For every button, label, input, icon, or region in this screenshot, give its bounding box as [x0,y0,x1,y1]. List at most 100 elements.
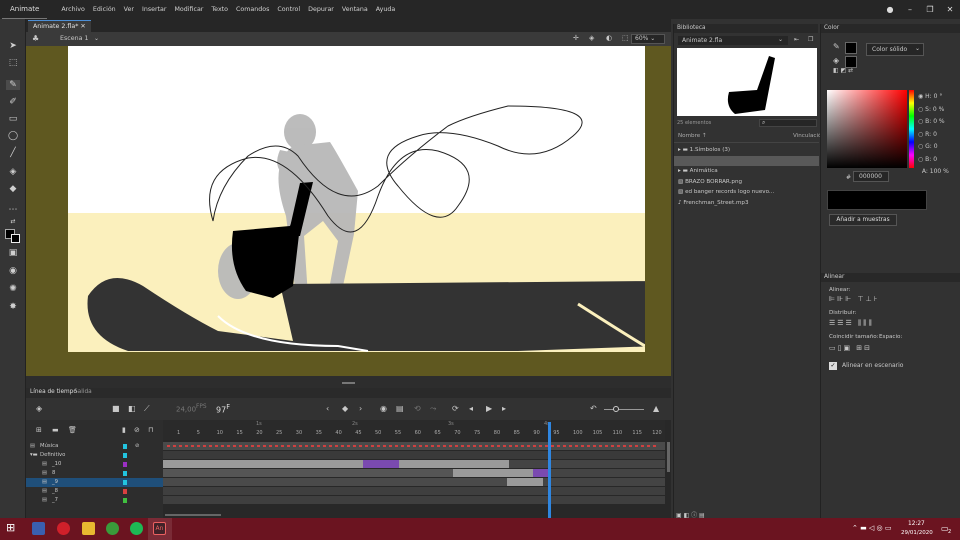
chevron-down-icon[interactable]: ⌄ [94,35,99,42]
windows-start-icon[interactable]: ⊞ [6,521,15,534]
insert-keyframe-icon[interactable]: ◆ [342,404,348,413]
layer-icon[interactable]: ▤ [42,469,47,478]
menu-item[interactable]: Edición [89,6,120,13]
library-item[interactable]: ▧ ed banger records logo nuevo... [678,188,774,197]
layer-icon[interactable]: ▤ [42,487,47,496]
lock-icon[interactable]: ⊓ [148,426,153,434]
clock-date[interactable]: 29/01/2020 [901,530,933,536]
chevron-down-icon[interactable]: ⌄ [778,36,783,43]
frame-span[interactable] [163,460,363,468]
onion-skin-icon[interactable]: ◉ [380,404,387,413]
red-value[interactable]: ○ R: 0 [918,129,949,142]
app-icon-2[interactable] [57,522,70,535]
graph-icon[interactable]: ⟋ [144,404,150,414]
align-buttons[interactable]: ⊫⊪⊩ ⊤⊥⊦ [829,295,879,303]
rotate-icon[interactable]: ◐ [606,34,612,42]
mountain-icon[interactable]: ▲ [653,404,659,413]
zoom-field[interactable]: 60% ⌄ [631,34,665,44]
close-tab-icon[interactable]: ✕ [80,23,85,30]
layer-color-swatch[interactable] [123,480,127,485]
library-item[interactable]: ▧ BRAZO BORRAR.png [678,178,742,187]
library-doc-select[interactable]: Animate 2.fla [678,36,788,45]
frame-span[interactable] [163,478,507,486]
hex-input[interactable]: 000000 [853,171,889,182]
onion-outline-icon[interactable]: ▤ [396,404,404,413]
layer-icon[interactable]: ▤ [42,478,47,487]
layer-row[interactable]: ▤ Música ⊘ [26,442,163,451]
library-search-input[interactable]: ⌕ [759,119,817,127]
center-stage-icon[interactable]: ✛ [573,34,579,42]
layer-row[interactable]: ▤ _8 [26,487,163,496]
menu-item[interactable]: Insertar [138,6,171,13]
add-layer-icon[interactable]: ⊞ [36,426,42,434]
frame-span[interactable] [163,469,453,477]
selection-tool-icon[interactable]: ➤ [6,41,20,51]
layer-depth-icon[interactable]: ◧ [128,404,136,413]
layer-icon[interactable]: ▤ [42,460,47,469]
document-tab[interactable]: Animate 2.fla* ✕ [28,20,91,32]
highlight-icon[interactable]: ▮ [122,426,126,434]
classic-tween-icon[interactable]: ⤳ [430,404,436,414]
minimize-icon[interactable]: – [900,5,920,14]
trash-icon[interactable]: 🗑 [68,426,77,434]
distribute-buttons[interactable]: ☰☰☰ ⫼⫼⫼ [829,319,874,328]
brightness-value[interactable]: ○ B: 0 % [918,116,949,129]
paint-brush-icon[interactable]: ✐ [6,97,20,107]
layer-row[interactable]: ▤ _10 [26,460,163,469]
frame-row[interactable] [163,487,665,495]
layer-row[interactable]: ▾▬ Definitivo [26,451,163,460]
camera-icon[interactable]: ■ [112,404,120,413]
tab-output[interactable]: Salida [74,389,92,395]
stroke-icon[interactable]: ✎ [833,42,840,51]
layer-color-swatch[interactable] [123,444,127,449]
saturation-value[interactable]: ○ S: 0 % [918,104,949,117]
free-transform-icon[interactable]: ⬚ [6,58,20,68]
blue-value[interactable]: ○ B: 0 [918,154,949,167]
clip-icon[interactable]: ◈ [589,34,594,42]
library-col-name[interactable]: Nombre ↑ [678,133,707,139]
layer-color-swatch[interactable] [123,462,127,467]
frame-span[interactable] [507,478,543,486]
new-library-icon[interactable]: ❐ [808,36,813,43]
frame-span[interactable] [163,451,665,459]
file-explorer-icon[interactable] [82,522,95,535]
frame-span[interactable] [399,460,509,468]
tab-timeline[interactable]: Línea de tiempo [30,389,77,395]
paint-bucket-icon[interactable]: ◈ [6,167,20,177]
zoom-slider-handle[interactable] [613,406,619,412]
fit-icon[interactable]: ⬚ [622,34,629,42]
stroke-swatch[interactable] [845,42,857,54]
frame-row[interactable] [163,442,665,450]
zoom-slider[interactable] [604,409,644,410]
match-size-buttons[interactable]: ▭▯▣ ⊞⊟ [829,344,872,352]
brush-mode-icon[interactable]: ◉ [6,266,20,276]
current-frame[interactable]: 97F [216,403,230,415]
step-back-icon[interactable]: ◂ [469,404,473,413]
maximize-icon[interactable]: ❐ [920,5,940,14]
menu-item[interactable]: Modificar [170,6,207,13]
frame-span[interactable] [363,460,399,468]
layer-color-swatch[interactable] [123,489,127,494]
frame-row[interactable] [163,451,665,459]
app-icon-1[interactable] [32,522,45,535]
layer-row[interactable]: ▤ _9 [26,478,163,487]
menu-item[interactable]: Ver [120,6,138,13]
pin-tool-icon[interactable]: ✸ [6,302,20,312]
spotify-icon[interactable] [130,522,143,535]
loop-icon[interactable]: ⟳ [452,404,459,413]
alpha-value[interactable]: A: 100 % [918,166,949,179]
timeline-scrollbar[interactable] [667,442,670,472]
default-colors-icon[interactable]: ◧ ◩ ⇄ [833,67,853,74]
tray-icons[interactable]: ⌃ ▬ ◁ ◎ ▭ [852,524,891,532]
object-drawing-icon[interactable]: ▣ [6,248,20,258]
green-value[interactable]: ○ G: 0 [918,141,949,154]
frame-row[interactable] [163,460,665,468]
app-name[interactable]: Animate [2,0,48,19]
frame-row[interactable] [163,469,665,477]
close-icon[interactable]: ✕ [940,5,960,14]
stage-icon[interactable]: ♣ [32,34,39,43]
frame-span[interactable] [163,496,665,504]
search-icon[interactable]: ● [880,5,900,14]
menu-item[interactable]: Ventana [338,6,372,13]
layer-icon[interactable]: ▤ [42,496,47,505]
